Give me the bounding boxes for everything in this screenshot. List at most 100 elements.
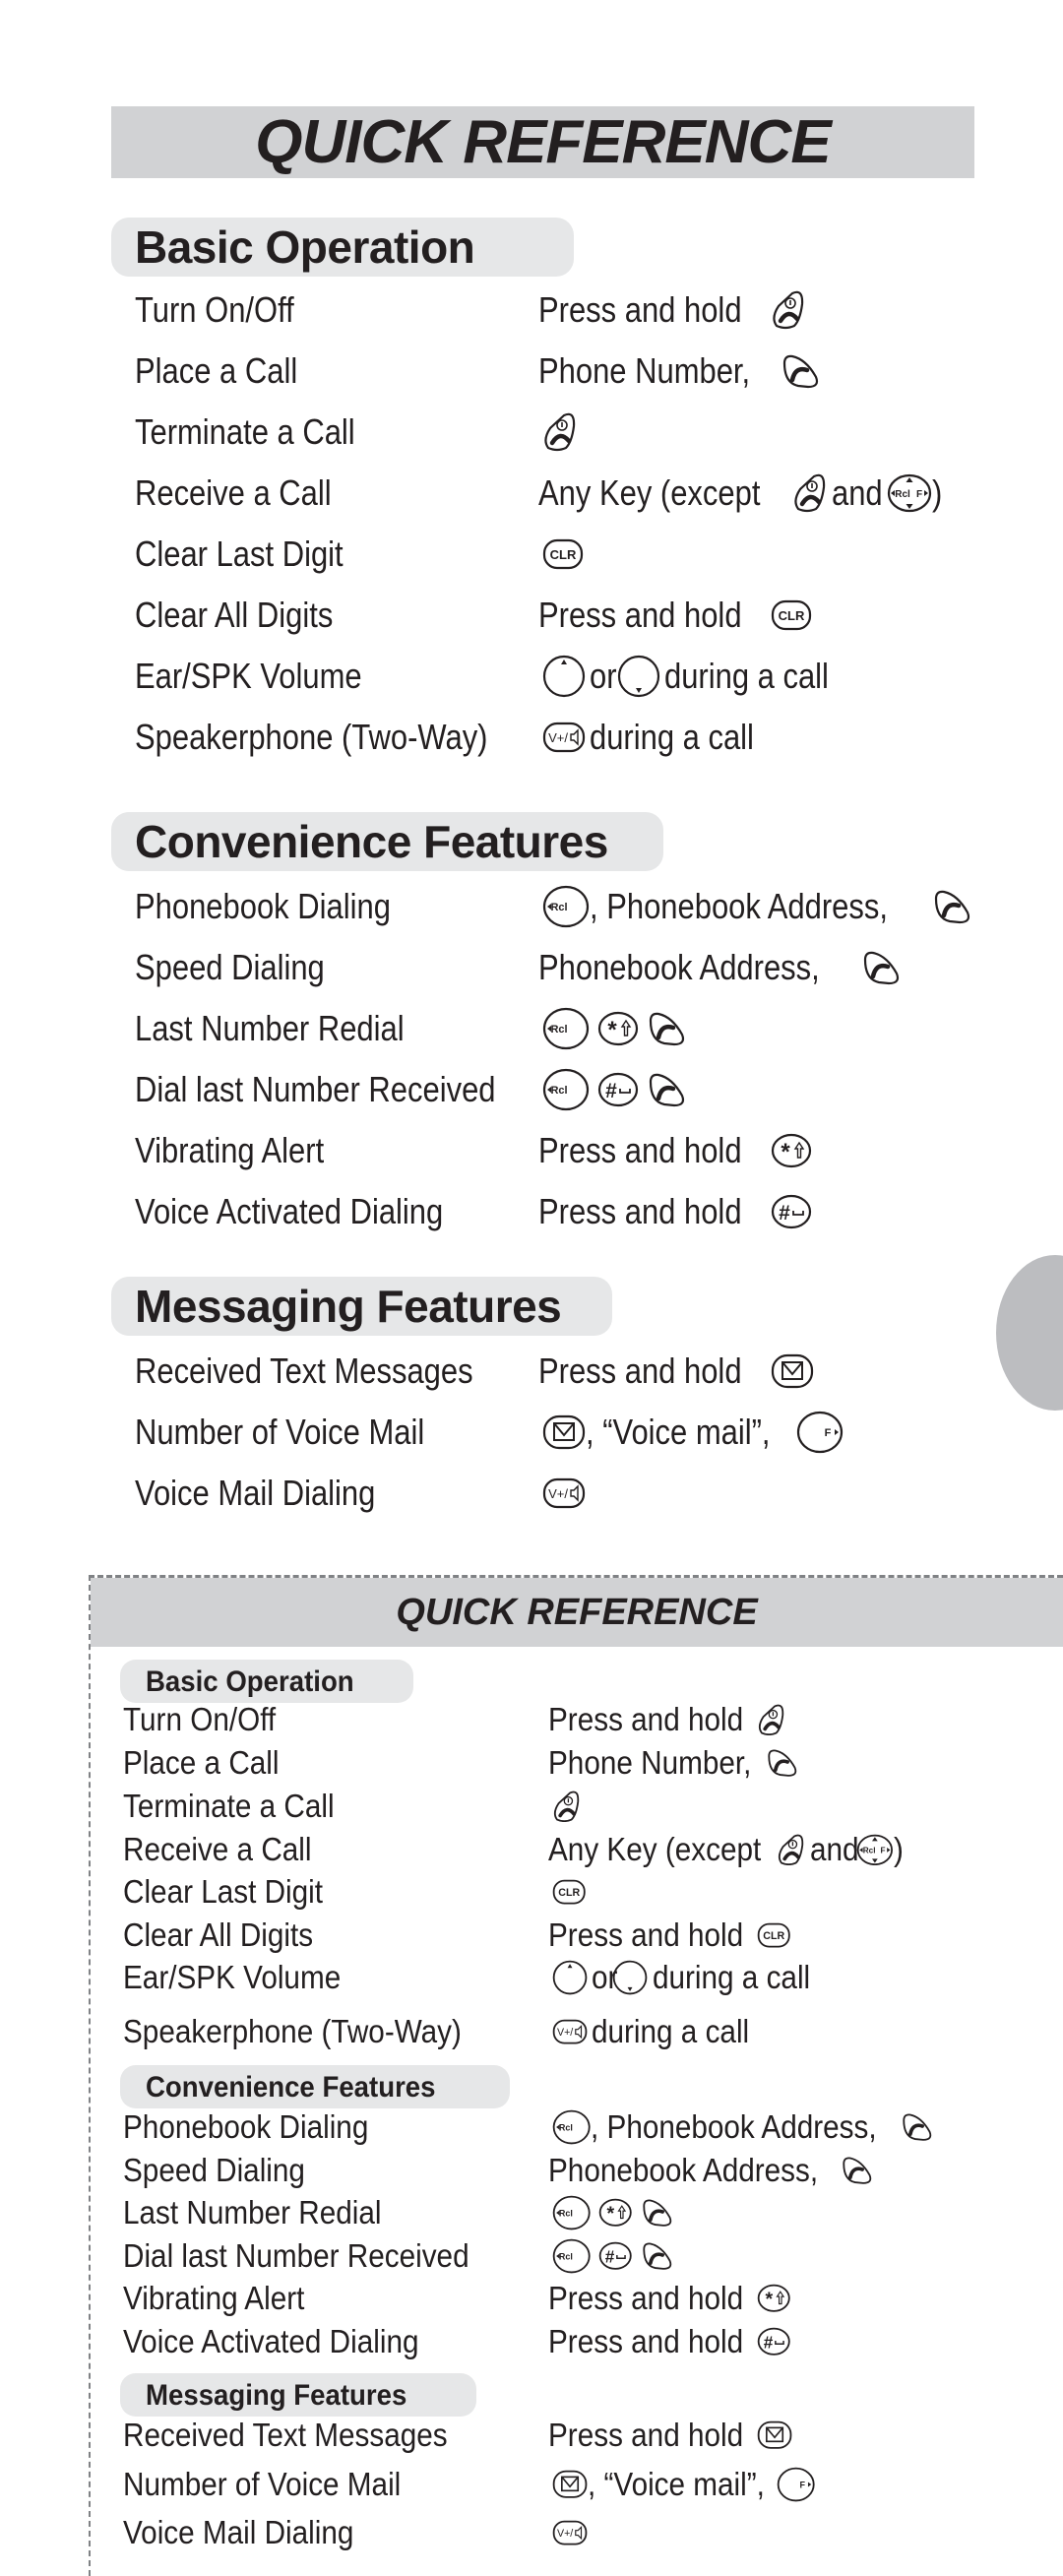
reference-row: Speakerphone (Two-Way) V+/ during a call xyxy=(135,713,1021,762)
key-sequence xyxy=(548,1785,586,1828)
feature-label: Received Text Messages xyxy=(123,2417,448,2453)
reference-row: Place a Call Phone Number, xyxy=(123,1741,1058,1785)
reference-row: Clear Last Digit CLR xyxy=(135,530,1021,579)
instruction-text: Phonebook Address, xyxy=(548,2152,819,2188)
feature-label: Place a Call xyxy=(135,350,298,391)
clr-key-icon: CLR xyxy=(757,1922,790,1948)
feature-label: Voice Activated Dialing xyxy=(123,2323,419,2359)
section-heading-messaging-features: Messaging Features xyxy=(111,1277,612,1336)
svg-text:*: * xyxy=(607,1017,617,1043)
key-sequence: Press and hold * xyxy=(548,2277,795,2320)
feature-label: Receive a Call xyxy=(123,1831,312,1867)
svg-text:#: # xyxy=(605,2247,615,2267)
key-sequence: V+/ xyxy=(538,1469,590,1518)
reference-row: Vibrating Alert Press and hold * xyxy=(123,2277,1058,2320)
reference-row: Turn On/Off Press and hold xyxy=(135,285,1021,335)
instruction-text: Press and hold xyxy=(538,595,742,635)
reference-row: Voice Activated Dialing Press and hold # xyxy=(135,1187,1021,1236)
reference-row: Speed Dialing Phonebook Address, xyxy=(123,2149,1058,2192)
svg-text:#: # xyxy=(605,1080,617,1102)
svg-text:*: * xyxy=(781,1139,790,1165)
card-title: QUICK REFERENCE xyxy=(396,1592,758,1633)
feature-label: Vibrating Alert xyxy=(135,1130,325,1170)
feature-label: Place a Call xyxy=(123,1744,280,1781)
key-sequence: Any Key (except and Rcl F) xyxy=(548,1828,903,1871)
key-sequence: V+/ xyxy=(548,2511,592,2554)
feature-label: Turn On/Off xyxy=(135,289,294,330)
instruction-text: Phonebook Address, xyxy=(538,947,820,987)
feature-label: Dial last Number Received xyxy=(123,2237,469,2274)
key-sequence: or during a call xyxy=(538,652,847,701)
svg-text:*: * xyxy=(607,2203,615,2225)
instruction-text: during a call xyxy=(590,717,754,757)
svg-text:Rcl: Rcl xyxy=(895,489,910,500)
feature-label: Dial last Number Received xyxy=(135,1069,496,1109)
f-key-icon: F xyxy=(796,1411,844,1454)
svg-text:F: F xyxy=(916,489,922,500)
section-heading-text: Messaging Features xyxy=(135,1281,562,1332)
reference-row: Turn On/Off Press and hold xyxy=(123,1698,1058,1741)
send-key-icon xyxy=(647,1011,686,1046)
key-sequence: Rcl * xyxy=(548,2191,677,2234)
svg-text:Rcl: Rcl xyxy=(559,2251,573,2261)
feature-label: Received Text Messages xyxy=(135,1351,473,1391)
send-key-icon xyxy=(861,950,901,985)
instruction-text: Press and hold xyxy=(548,2417,744,2453)
reference-row: Vibrating Alert Press and hold * xyxy=(135,1126,1021,1175)
key-sequence: V+/ during a call xyxy=(548,2010,755,2053)
reference-row: Voice Mail Dialing V+/ xyxy=(123,2511,1058,2554)
instruction-text: ) xyxy=(893,1831,904,1867)
svg-text:Rcl: Rcl xyxy=(559,2122,573,2132)
message-key-icon xyxy=(757,2420,792,2450)
instruction-text: Any Key (except xyxy=(538,472,761,513)
clr-key-icon: CLR xyxy=(542,538,584,570)
feature-label: Clear All Digits xyxy=(123,1916,314,1953)
key-sequence: Phonebook Address, xyxy=(538,943,905,992)
key-sequence: or during a call xyxy=(548,1956,815,1999)
instruction-text: during a call xyxy=(652,1959,810,1995)
key-sequence: Phone Number, xyxy=(538,346,824,396)
instruction-text: Press and hold xyxy=(548,2280,744,2316)
key-sequence: Phone Number, xyxy=(548,1741,802,1785)
key-sequence: , “Voice mail”, F xyxy=(548,2463,819,2506)
reference-row: Voice Activated Dialing Press and hold # xyxy=(123,2320,1058,2363)
reference-row: Voice Mail Dialing V+/ xyxy=(135,1469,1021,1518)
speaker-key-icon: V+/ xyxy=(542,1477,586,1509)
reference-row: Terminate a Call xyxy=(123,1785,1058,1828)
instruction-text: or xyxy=(592,1959,618,1995)
pound-space-key-icon: # xyxy=(598,2241,633,2271)
end-power-key-icon xyxy=(777,1834,806,1866)
instruction-text: during a call xyxy=(592,2013,750,2049)
instruction-text: or xyxy=(590,656,617,696)
instruction-text: Phone Number, xyxy=(538,350,751,391)
section-heading-convenience-features: Convenience Features xyxy=(120,2065,510,2108)
section-heading-text: Convenience Features xyxy=(146,2071,436,2104)
key-sequence: Rcl # xyxy=(548,2234,677,2278)
end-power-key-icon xyxy=(792,473,828,513)
instruction-text: , Phonebook Address, xyxy=(590,886,888,926)
key-sequence: CLR xyxy=(538,530,588,579)
feature-label: Ear/SPK Volume xyxy=(135,656,362,696)
svg-text:Rcl: Rcl xyxy=(863,1846,876,1854)
key-sequence: Press and hold # xyxy=(548,2320,795,2363)
key-sequence: Press and hold * xyxy=(538,1126,816,1175)
speaker-key-icon: V+/ xyxy=(542,722,586,753)
section-heading-text: Basic Operation xyxy=(135,221,475,273)
key-sequence: Press and hold CLR xyxy=(538,591,816,640)
reference-row: Dial last Number Received Rcl # xyxy=(135,1065,1021,1114)
send-key-icon xyxy=(781,353,820,389)
reference-row: Last Number Redial Rcl * xyxy=(123,2191,1058,2234)
reference-row: Last Number Redial Rcl * xyxy=(135,1004,1021,1053)
send-key-icon xyxy=(641,2241,673,2271)
instruction-text: Phone Number, xyxy=(548,1744,752,1781)
instruction-text: Press and hold xyxy=(538,1130,742,1170)
reference-row: Phonebook Dialing Rcl , Phonebook Address, xyxy=(123,2105,1058,2149)
instruction-text: Press and hold xyxy=(548,1916,744,1953)
section-heading-basic-operation: Basic Operation xyxy=(111,218,574,277)
svg-text:CLR: CLR xyxy=(779,608,805,623)
reference-row: Receive a Call Any Key (except and Rcl F) xyxy=(123,1828,1058,1871)
rcl-key-icon: Rcl xyxy=(542,1007,590,1050)
reference-row: Speed Dialing Phonebook Address, xyxy=(135,943,1021,992)
speaker-key-icon: V+/ xyxy=(552,2520,588,2545)
svg-text:#: # xyxy=(779,1202,790,1225)
